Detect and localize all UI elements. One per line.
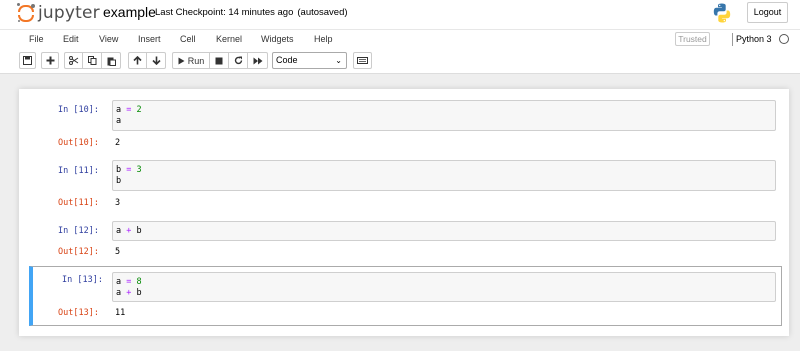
scissors-icon bbox=[68, 56, 78, 65]
code-text: a = 8a + b bbox=[116, 277, 142, 299]
code-text: b = 3b bbox=[116, 165, 142, 187]
input-prompt: In [10]: bbox=[58, 105, 99, 115]
output-prompt: Out[11]: bbox=[58, 198, 99, 208]
code-text: a = 2a bbox=[116, 105, 142, 127]
notebook-container: In [10]: a = 2a Out[10]: 2 In [11]: b = … bbox=[19, 89, 789, 336]
menu-widgets[interactable]: Widgets bbox=[261, 34, 294, 44]
output-text: 2 bbox=[115, 138, 121, 148]
code-line: b bbox=[116, 176, 142, 187]
code-cell-selected[interactable]: In [13]: a = 8a + b Out[13]: 11 bbox=[29, 266, 782, 326]
paste-button[interactable] bbox=[102, 52, 121, 69]
toolbar: Run Code ⌄ bbox=[0, 49, 800, 74]
code-operator: = bbox=[121, 277, 137, 287]
logo-text: jupyter bbox=[38, 3, 100, 23]
kernel-status-icon bbox=[779, 34, 789, 44]
code-line: a bbox=[116, 116, 142, 127]
code-line: b = 3 bbox=[116, 165, 142, 176]
copy-icon bbox=[87, 56, 96, 65]
code-cell[interactable]: In [10]: a = 2a Out[10]: 2 bbox=[29, 99, 782, 153]
menu-cell[interactable]: Cell bbox=[180, 34, 196, 44]
code-number: 3 bbox=[136, 165, 142, 175]
arrow-down-icon bbox=[151, 56, 161, 65]
code-identifier: b bbox=[136, 226, 142, 236]
chevron-down-icon: ⌄ bbox=[335, 56, 342, 65]
kernel-name[interactable]: Python 3 bbox=[736, 34, 772, 44]
paste-icon bbox=[107, 57, 116, 66]
keyboard-icon bbox=[357, 57, 368, 64]
stop-icon bbox=[215, 57, 223, 64]
play-icon bbox=[178, 57, 185, 64]
code-operator: = bbox=[121, 105, 137, 115]
output-text: 11 bbox=[115, 308, 126, 318]
run-button[interactable]: Run bbox=[172, 52, 210, 69]
cut-button[interactable] bbox=[64, 52, 83, 69]
code-number: 2 bbox=[136, 105, 142, 115]
python-logo-icon bbox=[713, 3, 731, 23]
code-cell[interactable]: In [12]: a + b Out[12]: 5 bbox=[29, 220, 782, 260]
code-input[interactable]: a + b bbox=[112, 221, 776, 241]
code-input[interactable]: a = 2a bbox=[112, 100, 776, 131]
jupyter-logo-icon bbox=[17, 3, 35, 23]
input-prompt: In [12]: bbox=[58, 226, 99, 236]
output-text: 3 bbox=[115, 198, 121, 208]
save-button[interactable] bbox=[19, 52, 36, 69]
menu-file[interactable]: File bbox=[29, 34, 44, 44]
trusted-indicator[interactable]: Trusted bbox=[675, 32, 710, 46]
output-prompt: Out[13]: bbox=[58, 308, 99, 318]
code-operator: + bbox=[121, 226, 137, 236]
kernel-divider bbox=[732, 33, 733, 46]
menubar: File Edit View Insert Cell Kernel Widget… bbox=[0, 29, 800, 49]
move-up-button[interactable] bbox=[128, 52, 147, 69]
code-identifier: b bbox=[136, 288, 142, 298]
code-number: 8 bbox=[136, 277, 142, 287]
arrow-up-icon bbox=[133, 56, 142, 65]
cell-type-select[interactable]: Code ⌄ bbox=[272, 52, 347, 69]
menu-kernel[interactable]: Kernel bbox=[216, 34, 242, 44]
output-prompt: Out[10]: bbox=[58, 138, 99, 148]
code-text: a + b bbox=[116, 226, 142, 237]
code-identifier: b bbox=[116, 176, 122, 186]
restart-button[interactable] bbox=[229, 52, 248, 69]
code-line: a + b bbox=[116, 226, 142, 237]
output-text: 5 bbox=[115, 247, 121, 257]
menu-help[interactable]: Help bbox=[314, 34, 333, 44]
restart-icon bbox=[234, 56, 242, 65]
code-operator: + bbox=[121, 288, 137, 298]
input-prompt: In [11]: bbox=[58, 166, 99, 176]
cell-type-value: Code bbox=[276, 55, 298, 65]
code-line: a = 8 bbox=[116, 277, 142, 288]
checkpoint-status: Last Checkpoint: 14 minutes ago (autosave… bbox=[155, 7, 348, 18]
code-cell[interactable]: In [11]: b = 3b Out[11]: 3 bbox=[29, 159, 782, 213]
move-down-button[interactable] bbox=[147, 52, 166, 69]
output-prompt: Out[12]: bbox=[58, 247, 99, 257]
fast-forward-icon bbox=[253, 57, 262, 64]
plus-icon bbox=[46, 56, 54, 65]
logout-button[interactable]: Logout bbox=[747, 2, 788, 23]
menu-edit[interactable]: Edit bbox=[63, 34, 79, 44]
code-input[interactable]: a = 8a + b bbox=[112, 272, 776, 302]
code-identifier: a bbox=[116, 116, 122, 126]
run-label: Run bbox=[187, 55, 205, 66]
jupyter-logo[interactable]: jupyter bbox=[17, 2, 100, 24]
command-palette-button[interactable] bbox=[353, 52, 372, 69]
interrupt-button[interactable] bbox=[210, 52, 229, 69]
code-input[interactable]: b = 3b bbox=[112, 160, 776, 191]
input-prompt: In [13]: bbox=[62, 275, 103, 285]
restart-run-all-button[interactable] bbox=[248, 52, 268, 69]
autosave-status: (autosaved) bbox=[297, 7, 348, 18]
menu-view[interactable]: View bbox=[99, 34, 118, 44]
code-line: a = 2 bbox=[116, 105, 142, 116]
header: jupyter example Last Checkpoint: 14 minu… bbox=[0, 0, 800, 29]
save-icon bbox=[23, 56, 32, 65]
code-line: a + b bbox=[116, 288, 142, 299]
checkpoint-text: Last Checkpoint: 14 minutes ago bbox=[155, 7, 294, 18]
notebook-title[interactable]: example bbox=[103, 4, 156, 20]
code-operator: = bbox=[121, 165, 137, 175]
insert-cell-button[interactable] bbox=[41, 52, 59, 69]
menu-insert[interactable]: Insert bbox=[138, 34, 161, 44]
copy-button[interactable] bbox=[83, 52, 102, 69]
